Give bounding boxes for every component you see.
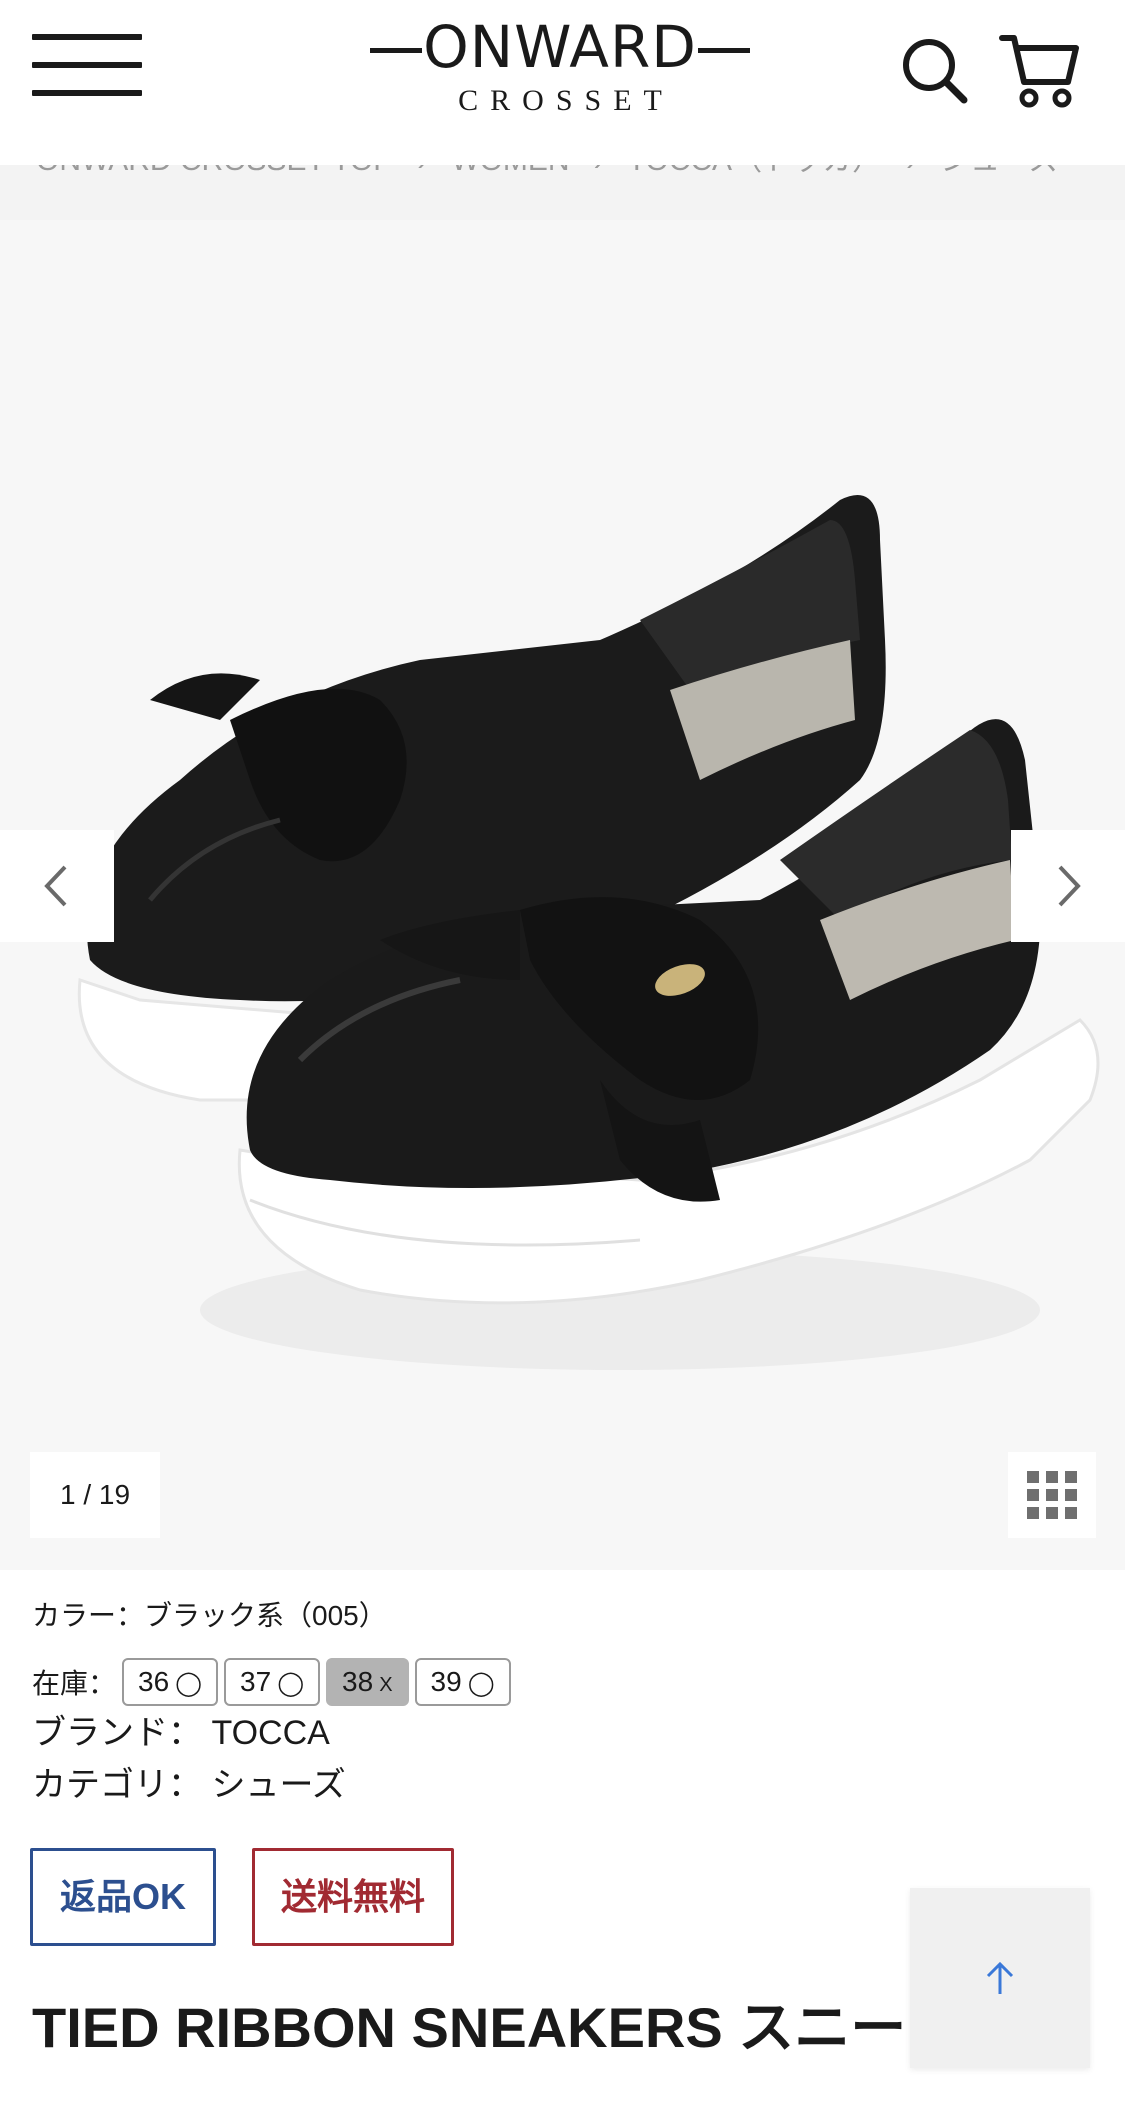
category-line: カテゴリ： シューズ <box>32 1764 346 1806</box>
search-icon[interactable] <box>900 36 970 106</box>
next-image-button[interactable] <box>1011 830 1125 942</box>
hamburger-menu-icon[interactable] <box>32 34 142 98</box>
logo-word: ONWARD <box>423 13 697 81</box>
color-value: ブラック系（005） <box>144 1600 387 1631</box>
return-ok-badge: 返品OK <box>30 1848 216 1946</box>
stock-mark: ◯ <box>175 1670 203 1697</box>
brand-link[interactable]: TOCCA <box>211 1714 329 1752</box>
brand-label: ブランド： <box>32 1714 202 1752</box>
stock-mark: ◯ <box>277 1670 305 1697</box>
logo-sub: CROSSET <box>458 84 674 117</box>
color-label: カラー： <box>32 1600 145 1631</box>
chevron-left-icon <box>44 865 67 907</box>
size-option-39[interactable]: 39 ◯ <box>414 1658 511 1706</box>
scroll-to-top-button[interactable] <box>910 1888 1090 2068</box>
size-option-38[interactable]: 38 X <box>326 1658 409 1706</box>
site-logo[interactable]: ONWARD CROSSET <box>360 14 760 124</box>
prev-image-button[interactable] <box>0 830 114 942</box>
stock-line: 在庫： 36 ◯ 37 ◯ 38 X 39 ◯ <box>32 1658 517 1706</box>
size-option-37[interactable]: 37 ◯ <box>224 1658 321 1706</box>
color-line: カラー：ブラック系（005） <box>32 1598 387 1634</box>
size-option-36[interactable]: 36 ◯ <box>122 1658 219 1706</box>
site-header: ONWARD CROSSET <box>0 0 1125 165</box>
cart-icon[interactable] <box>998 30 1080 110</box>
stock-mark: X <box>379 1674 393 1696</box>
category-link[interactable]: シューズ <box>211 1766 345 1804</box>
free-shipping-badge: 送料無料 <box>252 1848 454 1946</box>
image-counter: 1 / 19 <box>30 1452 160 1538</box>
arrow-up-icon <box>986 1961 1014 1994</box>
grid-icon[interactable] <box>1008 1452 1096 1538</box>
brand-line: ブランド： TOCCA <box>32 1712 330 1754</box>
product-gallery[interactable]: 1 / 19 <box>0 220 1125 1570</box>
stock-label: 在庫： <box>32 1668 117 1699</box>
chevron-right-icon <box>1058 865 1081 907</box>
category-label: カテゴリ： <box>32 1766 202 1804</box>
stock-mark: ◯ <box>467 1670 495 1697</box>
product-image[interactable] <box>0 220 1125 1570</box>
